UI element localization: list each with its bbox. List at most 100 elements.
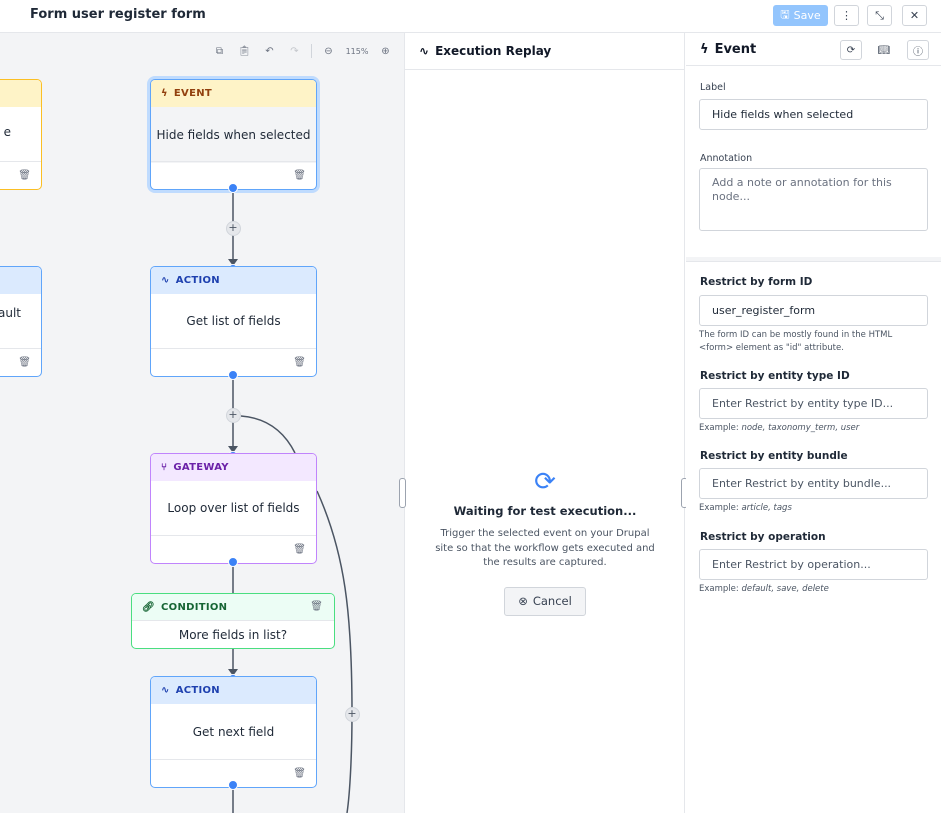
action-node-label: Get next field (192, 725, 275, 739)
partial-node-header (0, 80, 41, 107)
workflow-canvas[interactable]: ⧉ 📋︎ ↶ ↷ ⊖ 115% ⊕ e 🗑︎ ault 🗑︎ ϟ EVENT H… (0, 33, 404, 813)
properties-panel: ϟ Event ⟳ 📖︎ ⓘ Label Hide fields when se… (686, 33, 941, 813)
trash-icon[interactable]: 🗑︎ (18, 357, 31, 368)
top-bar: Form user register form 🖫 Save ⋮ ⤡ ✕ (0, 0, 941, 33)
entity-type-input[interactable]: Enter Restrict by entity type ID... (699, 388, 928, 419)
action-node[interactable]: ∿ ACTION Get next field 🗑︎ (150, 676, 317, 788)
branch-icon: ⑂ (161, 462, 168, 473)
replay-waiting-state: ⟳ Waiting for test execution... Trigger … (405, 468, 685, 616)
operation-input[interactable]: Enter Restrict by operation... (699, 549, 928, 580)
help-values: article, tags (741, 503, 792, 513)
form-id-help: The form ID can be mostly found in the H… (699, 330, 893, 353)
bundle-input[interactable]: Enter Restrict by entity bundle... (699, 468, 928, 499)
docs-button[interactable]: 📖︎ (873, 40, 895, 60)
event-node[interactable]: ϟ EVENT Hide fields when selected 🗑︎ (150, 79, 317, 190)
form-id-input[interactable]: user_register_form (699, 295, 928, 326)
lightning-icon: ϟ (161, 88, 168, 99)
trash-icon[interactable]: 🗑︎ (293, 544, 306, 555)
add-node-button[interactable]: + (225, 408, 241, 423)
help-prefix: Example: (699, 503, 742, 513)
operation-caption: Restrict by operation (700, 531, 826, 543)
entity-type-caption: Restrict by entity type ID (700, 370, 850, 382)
waiting-message: Waiting for test execution... (453, 504, 637, 518)
bundle-caption: Restrict by entity bundle (700, 450, 848, 462)
annotation-caption: Annotation (700, 153, 753, 164)
help-values: default, save, delete (741, 584, 829, 594)
refresh-icon: ⟳ (846, 44, 856, 56)
partial-action-node[interactable]: ault 🗑︎ (0, 266, 42, 377)
pulse-icon: ∿ (419, 44, 430, 58)
cancel-label: Cancel (532, 594, 572, 608)
output-handle[interactable] (228, 780, 238, 790)
partial-event-node[interactable]: e 🗑︎ (0, 79, 42, 190)
pulse-icon: ∿ (161, 685, 170, 696)
page-title: Form user register form (30, 7, 206, 22)
collapse-button[interactable]: ⤡ (867, 5, 892, 26)
gateway-node-type: GATEWAY (173, 462, 229, 473)
section-divider-line (686, 261, 941, 262)
output-handle[interactable] (228, 370, 238, 380)
partial-node-label: e (3, 125, 11, 139)
output-handle[interactable] (228, 183, 238, 193)
event-node-header: ϟ EVENT (151, 80, 316, 107)
action-node-type: ACTION (175, 275, 220, 286)
replay-title: Execution Replay (435, 44, 552, 58)
condition-node[interactable]: 🔗︎ CONDITION More fields in list? 🗑︎ (131, 593, 335, 649)
action-node-type: ACTION (175, 685, 220, 696)
action-node-header: ∿ ACTION (151, 267, 316, 294)
properties-title: Event (714, 41, 757, 57)
refresh-button[interactable]: ⟳ (840, 40, 862, 60)
help-prefix: Example: (699, 584, 742, 594)
event-node-type: EVENT (173, 88, 212, 99)
output-handle[interactable] (228, 557, 238, 567)
cancel-button[interactable]: ⊗ Cancel (504, 586, 586, 616)
label-caption: Label (700, 82, 726, 93)
partial-node-header (0, 267, 41, 294)
waiting-description: Trigger the selected event on your Drupa… (435, 528, 655, 568)
trash-icon[interactable]: 🗑︎ (310, 601, 323, 612)
replay-header: ∿ Execution Replay (405, 33, 684, 70)
save-label: Save (793, 9, 821, 22)
bundle-help: Example: article, tags (699, 502, 928, 515)
gateway-node-label: Loop over list of fields (167, 501, 300, 515)
info-button[interactable]: ⓘ (907, 40, 929, 60)
trash-icon[interactable]: 🗑︎ (18, 170, 31, 181)
action-node[interactable]: ∿ ACTION Get list of fields 🗑︎ (150, 266, 317, 377)
close-button[interactable]: ✕ (902, 5, 927, 26)
gateway-node-header: ⑂ GATEWAY (151, 454, 316, 481)
operation-help: Example: default, save, delete (699, 583, 928, 596)
trash-icon[interactable]: 🗑︎ (293, 357, 306, 368)
link-icon: 🔗︎ (142, 601, 155, 613)
action-node-label: Get list of fields (186, 314, 281, 328)
add-node-button[interactable]: + (225, 221, 241, 236)
annotation-textarea[interactable]: Add a note or annotation for this node..… (699, 168, 928, 231)
gateway-node[interactable]: ⑂ GATEWAY Loop over list of fields 🗑︎ (150, 453, 317, 564)
pulse-icon: ∿ (161, 275, 170, 286)
condition-node-type: CONDITION (161, 601, 228, 613)
partial-node-label: ault (0, 306, 21, 320)
trash-icon[interactable]: 🗑︎ (293, 768, 306, 779)
condition-node-header: 🔗︎ CONDITION (132, 594, 334, 620)
save-icon: 🖫 (780, 8, 790, 21)
collapse-icon: ⤡ (875, 8, 884, 22)
add-node-button[interactable]: + (344, 707, 360, 722)
help-values: node, taxonomy_term, user (741, 423, 860, 433)
form-id-caption: Restrict by form ID (700, 276, 813, 288)
book-icon: 📖︎ (877, 44, 891, 56)
action-node-header: ∿ ACTION (151, 677, 316, 704)
entity-type-help: Example: node, taxonomy_term, user (699, 422, 928, 435)
info-icon: ⓘ (913, 46, 923, 58)
label-input[interactable]: Hide fields when selected (699, 99, 928, 130)
event-node-label: Hide fields when selected (151, 107, 316, 163)
resize-handle-left[interactable] (399, 478, 406, 508)
lightning-icon: ϟ (700, 41, 709, 57)
execution-replay-panel: ∿ Execution Replay ⟳ Waiting for test ex… (404, 33, 685, 813)
trash-icon[interactable]: 🗑︎ (293, 170, 306, 181)
help-prefix: Example: (699, 423, 742, 433)
close-icon: ✕ (909, 9, 920, 22)
more-button[interactable]: ⋮ (834, 5, 859, 26)
cancel-icon: ⊗ (518, 594, 528, 608)
spinner-icon: ⟳ (534, 467, 556, 497)
more-icon: ⋮ (841, 9, 852, 22)
save-button[interactable]: 🖫 Save (773, 5, 828, 26)
